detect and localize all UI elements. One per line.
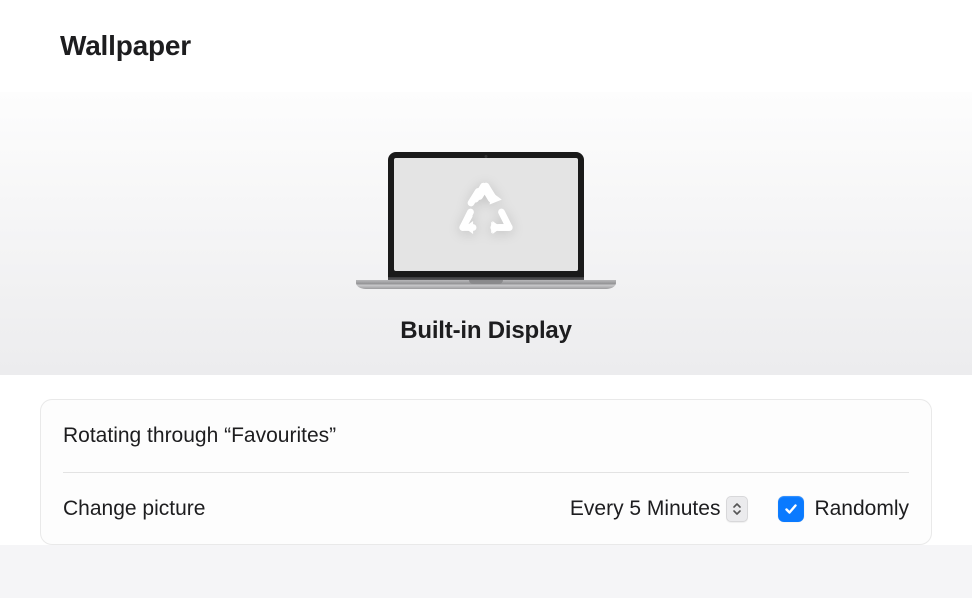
wallpaper-preview-area: Built-in Display bbox=[0, 92, 972, 375]
checkmark-icon bbox=[783, 501, 799, 517]
laptop-camera bbox=[485, 155, 488, 158]
change-picture-dropdown[interactable]: Every 5 Minutes bbox=[570, 496, 749, 522]
laptop-screen-frame bbox=[388, 152, 584, 277]
randomly-checkbox-group[interactable]: Randomly bbox=[778, 496, 909, 522]
change-picture-row: Change picture Every 5 Minutes bbox=[63, 472, 909, 544]
change-picture-value: Every 5 Minutes bbox=[570, 497, 721, 521]
recycle-icon bbox=[455, 181, 517, 248]
settings-section: Rotating through “Favourites” Change pic… bbox=[0, 375, 972, 545]
settings-card: Rotating through “Favourites” Change pic… bbox=[40, 399, 932, 545]
laptop-notch bbox=[469, 280, 503, 284]
change-picture-label: Change picture bbox=[63, 497, 570, 521]
rotating-label: Rotating through “Favourites” bbox=[63, 424, 909, 448]
laptop-base bbox=[356, 280, 616, 289]
page-title: Wallpaper bbox=[60, 30, 972, 62]
rotating-row: Rotating through “Favourites” bbox=[63, 400, 909, 472]
laptop-preview bbox=[356, 152, 616, 289]
randomly-checkbox[interactable] bbox=[778, 496, 804, 522]
header: Wallpaper bbox=[0, 0, 972, 92]
randomly-label: Randomly bbox=[814, 497, 909, 521]
laptop-screen bbox=[394, 158, 578, 271]
display-label: Built-in Display bbox=[400, 317, 571, 345]
updown-chevron-icon bbox=[726, 496, 748, 522]
